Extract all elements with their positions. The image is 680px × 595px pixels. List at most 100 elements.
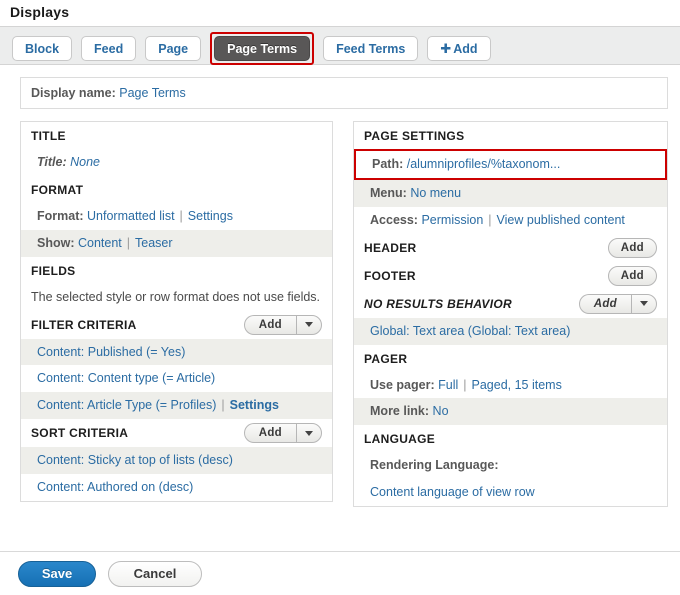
add-dropdown-toggle-sort-criteria[interactable] — [296, 423, 322, 443]
row-link-alumniprofiles-taxonom[interactable]: /alumniprofiles/%taxonom... — [407, 157, 561, 171]
add-button-group-no-results-behavior: Add — [579, 294, 657, 314]
section-header-footer: FOOTER Add — [354, 262, 667, 290]
setting-row-fields-0: The selected style or row format does no… — [21, 284, 332, 311]
add-button-footer[interactable]: Add — [608, 266, 657, 286]
add-button-group-sort-criteria: Add — [244, 423, 322, 443]
row-link-no[interactable]: No — [433, 404, 449, 418]
row-label: Path: — [372, 157, 403, 171]
section-title: PAGE SETTINGS — [364, 129, 464, 143]
row-link-content-language-of-view-row[interactable]: Content language of view row — [370, 485, 535, 499]
row-label: More link: — [370, 404, 429, 418]
setting-row-sort-criteria-1: Content: Authored on (desc) — [21, 474, 332, 501]
setting-row-filter-criteria-1: Content: Content type (= Article) — [21, 365, 332, 392]
section-title: NO RESULTS BEHAVIOR — [364, 297, 512, 311]
row-label: Show: — [37, 236, 75, 250]
tab-feed[interactable]: Feed — [81, 36, 136, 61]
section-title: FIELDS — [31, 264, 75, 278]
display-tab-bar: Block Feed Page Page Terms Feed Terms ✚Add — [0, 26, 680, 65]
row-text: The selected style or row format does no… — [31, 290, 320, 304]
row-link-settings[interactable]: Settings — [230, 398, 279, 412]
row-link-full[interactable]: Full — [438, 378, 458, 392]
active-tab-highlight: Page Terms — [210, 32, 314, 65]
plus-icon: ✚ — [440, 41, 451, 57]
add-dropdown-toggle-filter-criteria[interactable] — [296, 315, 322, 335]
section-header-sort-criteria: SORT CRITERIA Add — [21, 419, 332, 447]
setting-row-page-settings-0: Path: /alumniprofiles/%taxonom... — [370, 154, 655, 175]
section-title: HEADER — [364, 241, 416, 255]
row-link-content-content-type-article[interactable]: Content: Content type (= Article) — [37, 371, 215, 385]
right-settings-panel: PAGE SETTINGS Path: /alumniprofiles/%taxo… — [353, 121, 668, 507]
cancel-button[interactable]: Cancel — [108, 561, 202, 587]
row-link-global-text-area-global-text[interactable]: Global: Text area (Global: Text area) — [370, 324, 570, 338]
add-button-sort-criteria[interactable]: Add — [244, 423, 296, 443]
add-button-header[interactable]: Add — [608, 238, 657, 258]
chevron-down-icon — [305, 431, 313, 436]
display-name-section: Display name: Page Terms — [0, 65, 680, 109]
row-link-no-menu[interactable]: No menu — [410, 186, 461, 200]
section-title: FORMAT — [31, 183, 83, 197]
row-link-none[interactable]: None — [70, 155, 100, 169]
row-link-settings[interactable]: Settings — [188, 209, 233, 223]
form-actions: Save Cancel — [0, 551, 680, 595]
section-header-language: LANGUAGE — [354, 425, 667, 452]
setting-row-format-1: Show: Content|Teaser — [21, 230, 332, 257]
row-link-permission[interactable]: Permission — [421, 213, 483, 227]
tab-add[interactable]: ✚Add — [427, 36, 490, 61]
row-label: Format: — [37, 209, 84, 223]
separator: | — [175, 209, 188, 223]
section-header-no-results-behavior: NO RESULTS BEHAVIOR Add — [354, 290, 667, 318]
setting-row-sort-criteria-0: Content: Sticky at top of lists (desc) — [21, 447, 332, 474]
section-header-filter-criteria: FILTER CRITERIA Add — [21, 311, 332, 339]
setting-row-filter-criteria-2: Content: Article Type (= Profiles)|Setti… — [21, 392, 332, 419]
chevron-down-icon — [640, 301, 648, 306]
setting-row-page-settings-1: Menu: No menu — [354, 180, 667, 207]
row-link-content-authored-on-desc[interactable]: Content: Authored on (desc) — [37, 480, 193, 494]
section-header-fields: FIELDS — [21, 257, 332, 284]
add-dropdown-toggle-no-results-behavior[interactable] — [631, 294, 657, 314]
chevron-down-icon — [305, 322, 313, 327]
tab-block[interactable]: Block — [12, 36, 72, 61]
tab-label: Block — [25, 42, 59, 56]
row-link-content-sticky-at-top-of-lis[interactable]: Content: Sticky at top of lists (desc) — [37, 453, 233, 467]
tab-label: Page — [158, 42, 188, 56]
path-row-highlight: Path: /alumniprofiles/%taxonom... — [354, 149, 667, 180]
section-header-pager: PAGER — [354, 345, 667, 372]
section-title: FILTER CRITERIA — [31, 318, 137, 332]
setting-row-no-results-behavior-0: Global: Text area (Global: Text area) — [354, 318, 667, 345]
tab-feed-terms[interactable]: Feed Terms — [323, 36, 418, 61]
section-title: LANGUAGE — [364, 432, 435, 446]
add-button-no-results-behavior[interactable]: Add — [579, 294, 631, 314]
tab-label: Feed — [94, 42, 123, 56]
setting-row-page-settings-2: Access: Permission|View published conten… — [354, 207, 667, 234]
display-name-value[interactable]: Page Terms — [119, 86, 185, 100]
row-label: Rendering Language: — [370, 458, 498, 472]
tab-page[interactable]: Page — [145, 36, 201, 61]
tab-page-terms[interactable]: Page Terms — [214, 36, 310, 61]
section-header-format: FORMAT — [21, 176, 332, 203]
setting-row-pager-0: Use pager: Full|Paged, 15 items — [354, 372, 667, 399]
setting-row-format-0: Format: Unformatted list|Settings — [21, 203, 332, 230]
row-link-content[interactable]: Content — [78, 236, 122, 250]
section-title: FOOTER — [364, 269, 416, 283]
setting-row-filter-criteria-0: Content: Published (= Yes) — [21, 339, 332, 366]
left-column: TITLE Title: None FORMAT Format: Unformatte… — [20, 121, 333, 502]
tab-label: Feed Terms — [336, 42, 405, 56]
row-link-content-article-type-profile[interactable]: Content: Article Type (= Profiles) — [37, 398, 216, 412]
tab-label: Page Terms — [227, 42, 297, 56]
section-title: SORT CRITERIA — [31, 426, 128, 440]
right-column: PAGE SETTINGS Path: /alumniprofiles/%taxo… — [353, 121, 668, 507]
row-label: Title: — [37, 155, 67, 169]
separator: | — [216, 398, 229, 412]
left-settings-panel: TITLE Title: None FORMAT Format: Unformatte… — [20, 121, 333, 502]
row-link-view-published-content[interactable]: View published content — [497, 213, 625, 227]
row-link-paged-15-items[interactable]: Paged, 15 items — [472, 378, 562, 392]
add-button-filter-criteria[interactable]: Add — [244, 315, 296, 335]
views-ui-displays-page: Displays BlockFeedPagePage TermsFeed Ter… — [0, 0, 680, 595]
section-header-title: TITLE — [21, 122, 332, 149]
setting-row-language-1: Content language of view row — [354, 479, 667, 506]
save-button[interactable]: Save — [18, 561, 96, 587]
row-link-unformatted-list[interactable]: Unformatted list — [87, 209, 175, 223]
row-link-content-published-yes[interactable]: Content: Published (= Yes) — [37, 345, 185, 359]
row-link-teaser[interactable]: Teaser — [135, 236, 173, 250]
section-header-header: HEADER Add — [354, 234, 667, 262]
